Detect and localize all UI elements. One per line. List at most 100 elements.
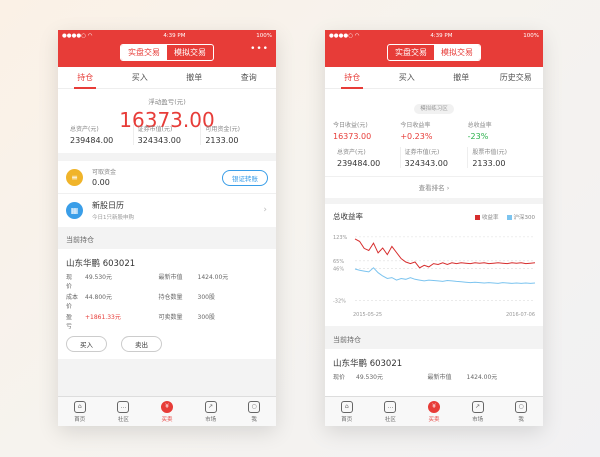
tab-buy[interactable]: 买入 <box>113 67 168 89</box>
trend-icon: ↗ <box>204 400 217 413</box>
segment-sim[interactable]: 模拟交易 <box>434 45 480 60</box>
pl-label: 浮动盈亏(元) <box>148 98 186 106</box>
mode-switch: 实盘交易 模拟交易 <box>387 44 481 61</box>
detail-label: 盈 亏 <box>66 314 79 330</box>
return-line-chart: 123% 65% 46% -32% 2015-05-25 2016-07-06 <box>333 235 536 318</box>
coin-icon: ≡ <box>66 168 83 186</box>
section-title: 当前持仓 <box>58 231 276 249</box>
detail-value: 49.530元 <box>85 274 112 281</box>
sim-zone-badge: 模拟练习区 <box>414 104 454 114</box>
series-line <box>354 267 536 284</box>
nav-community[interactable]: … 社区 <box>102 397 146 426</box>
detail-label: 最新市值 <box>427 374 452 381</box>
detail-label: 现价 <box>333 374 346 381</box>
return-metrics: 今日收益(元) 16373.00 今日收益率 +0.23% 总收益率 -23% <box>325 118 543 147</box>
stat-value: 239484.00 <box>337 159 381 168</box>
segment-sim[interactable]: 模拟交易 <box>167 45 213 60</box>
nav-market[interactable]: ↗ 市场 <box>456 397 500 426</box>
metric-value: 16373.00 <box>333 132 372 141</box>
bank-transfer-button[interactable]: 银证转账 <box>222 170 268 186</box>
y-tick-label: 46% <box>333 267 344 273</box>
yuan-icon: ¥ <box>160 400 173 413</box>
trade-tabs: 持仓 买入 撤单 查询 <box>58 67 276 89</box>
ipo-calendar-row[interactable]: ▦ 新股日历 今日1只新股申购 › <box>58 194 276 227</box>
metric-value: -23% <box>467 132 489 141</box>
nav-label: 首页 <box>341 416 353 423</box>
yuan-icon: ¥ <box>427 400 440 413</box>
stock-name[interactable]: 山东华鹏 603021 <box>58 249 276 272</box>
nav-label: 买卖 <box>161 416 173 423</box>
status-time: 4:39 PM <box>430 32 453 39</box>
nav-label: 社区 <box>384 416 396 423</box>
floating-pl: 浮动盈亏(元) 16373.00 <box>58 89 276 131</box>
holding-details: 现 价 49.530元 最新市值 1424.00元 成本价 44.800元 持仓数量 300… <box>58 272 276 330</box>
signal-icon: ●●●●○ ◠ <box>62 32 93 39</box>
signal-icon: ●●●●○ ◠ <box>329 32 360 39</box>
nav-trade[interactable]: ¥ 买卖 <box>145 397 189 426</box>
nav-label: 市场 <box>205 416 217 423</box>
tab-holdings[interactable]: 持仓 <box>325 67 380 89</box>
nav-me[interactable]: ○ 我 <box>499 397 543 426</box>
detail-value: 300股 <box>197 314 215 321</box>
detail-value: 1424.00元 <box>197 274 229 281</box>
x-tick-label: 2016-07-06 <box>506 312 535 318</box>
tab-buy[interactable]: 买入 <box>380 67 435 89</box>
detail-value: 44.800元 <box>85 294 112 301</box>
ipo-subtitle: 今日1只新股申购 <box>92 215 134 221</box>
stat-label: 可用资金(元) <box>205 126 241 133</box>
chart-legend: 收益率 沪深300 <box>474 213 536 221</box>
stock-name[interactable]: 山东华鹏 603021 <box>325 349 543 372</box>
tab-history[interactable]: 历史交易 <box>489 67 544 89</box>
tab-holdings[interactable]: 持仓 <box>58 67 113 89</box>
user-icon: ○ <box>248 400 261 413</box>
legend-label: 沪深300 <box>513 214 536 221</box>
legend-item: 沪深300 <box>506 213 536 221</box>
metric-label: 今日收益(元) <box>333 122 368 129</box>
stat-label: 总资产(元) <box>337 149 366 156</box>
bottom-nav: ⌂ 首页 … 社区 ¥ 买卖 ↗ 市场 ○ 我 <box>325 396 543 426</box>
nav-label: 首页 <box>74 416 86 423</box>
section-title: 当前持仓 <box>325 331 543 349</box>
nav-home[interactable]: ⌂ 首页 <box>325 397 369 426</box>
stat-label: 证券市值(元) <box>137 126 173 133</box>
stat-value: 324343.00 <box>404 159 448 168</box>
legend-item: 收益率 <box>474 213 499 221</box>
detail-value: 300股 <box>197 294 215 301</box>
nav-trade[interactable]: ¥ 买卖 <box>412 397 456 426</box>
segment-real[interactable]: 实盘交易 <box>388 45 434 60</box>
home-icon: ⌂ <box>73 400 86 413</box>
metric-value: +0.23% <box>400 132 433 141</box>
view-ranking-link[interactable]: 查看排名 › <box>325 176 543 198</box>
segment-real[interactable]: 实盘交易 <box>121 45 167 60</box>
calendar-icon: ▦ <box>66 202 83 219</box>
y-tick-label: -32% <box>333 299 346 305</box>
tab-cancel[interactable]: 撤单 <box>434 67 489 89</box>
nav-me[interactable]: ○ 我 <box>232 397 276 426</box>
buy-button[interactable]: 买入 <box>66 336 107 352</box>
nav-community[interactable]: … 社区 <box>369 397 413 426</box>
status-bar: ●●●●○ ◠ 4:39 PM 100% <box>58 30 276 41</box>
fund-value: 0.00 <box>92 178 110 187</box>
detail-label: 持仓数量 <box>158 294 183 301</box>
sell-button[interactable]: 卖出 <box>121 336 162 352</box>
stat-value: 324343.00 <box>137 136 181 145</box>
status-time: 4:39 PM <box>163 32 186 39</box>
chat-icon: … <box>384 400 397 413</box>
nav-market[interactable]: ↗ 市场 <box>189 397 233 426</box>
bottom-nav: ⌂ 首页 … 社区 ¥ 买卖 ↗ 市场 ○ 我 <box>58 396 276 426</box>
tab-cancel[interactable]: 撤单 <box>167 67 222 89</box>
tab-query[interactable]: 查询 <box>222 67 277 89</box>
chat-icon: … <box>117 400 130 413</box>
more-icon[interactable]: ••• <box>250 44 269 54</box>
detail-value: +1861.33元 <box>85 314 121 321</box>
asset-stats: 总资产(元) 239484.00 证券市值(元) 324343.00 可用资金(元)… <box>58 124 276 153</box>
nav-home[interactable]: ⌂ 首页 <box>58 397 102 426</box>
asset-stats: 总资产(元) 239484.00 证券市值(元) 324343.00 股票市值(元)… <box>325 147 543 176</box>
chevron-right-icon: › <box>263 205 267 215</box>
detail-value: 49.530元 <box>356 374 383 381</box>
withdrawable-fund-row: ≡ 可取资金 0.00 银证转账 <box>58 161 276 194</box>
status-bar: ●●●●○ ◠ 4:39 PM 100% <box>325 30 543 41</box>
stat-value: 2133.00 <box>472 159 506 168</box>
battery-level: 100% <box>523 32 539 39</box>
stat-label: 总资产(元) <box>70 126 99 133</box>
